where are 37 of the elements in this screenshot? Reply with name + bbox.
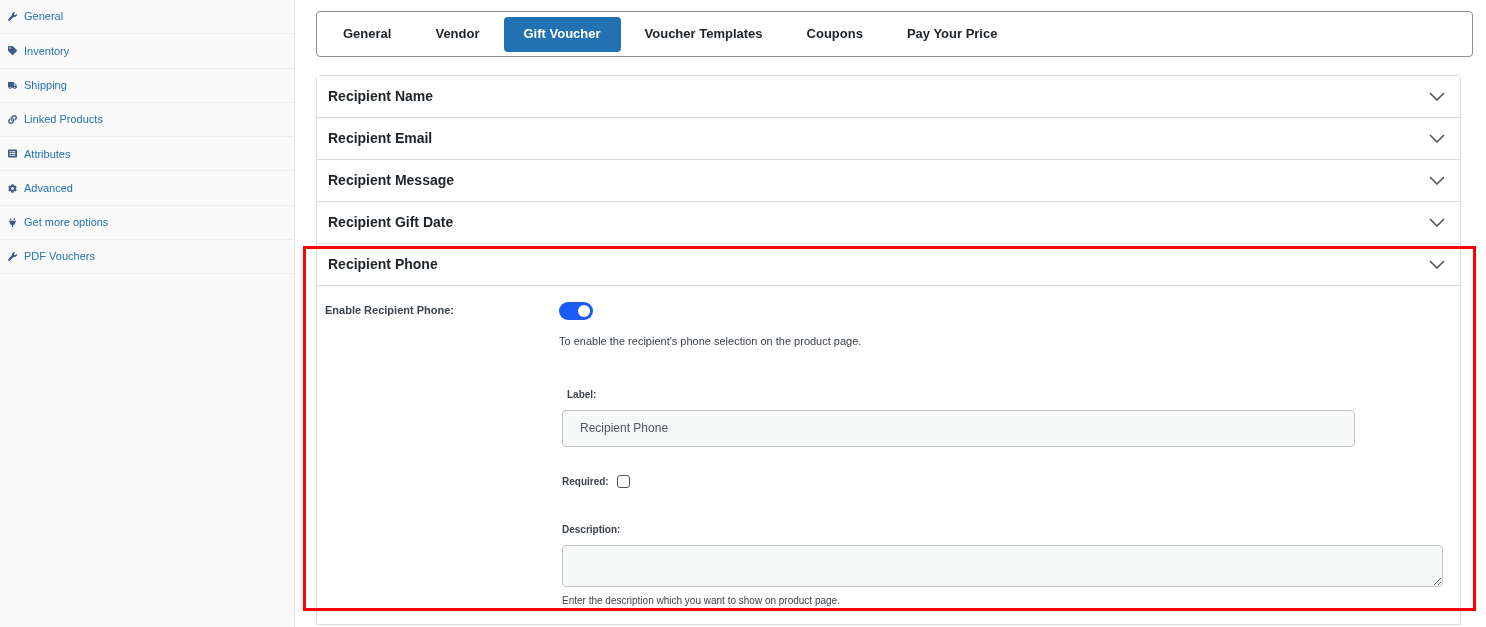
- sidebar-item[interactable]: Advanced: [0, 171, 294, 206]
- accordion-header[interactable]: Recipient Name: [317, 76, 1460, 118]
- sidebar-item[interactable]: PDF Vouchers: [0, 240, 294, 275]
- sidebar-item[interactable]: Inventory: [0, 34, 294, 69]
- chevron-down-icon: [1429, 92, 1445, 101]
- label-input-field[interactable]: Recipient Phone: [562, 409, 1355, 447]
- sidebar-item[interactable]: Linked Products: [0, 102, 294, 138]
- link-icon: [8, 115, 17, 125]
- tab[interactable]: Vendor: [415, 16, 500, 52]
- wrench-icon: [8, 252, 17, 262]
- help-text: Enter the description which you want to show on product page.: [562, 593, 841, 608]
- tab[interactable]: Voucher Templates: [624, 16, 783, 52]
- field-label: Required:: [562, 474, 609, 489]
- sidebar-item[interactable]: Attributes: [0, 137, 294, 172]
- sidebar-item[interactable]: General: [0, 0, 294, 35]
- chevron-down-icon: [1429, 218, 1445, 227]
- tag-icon: [8, 46, 17, 56]
- list-icon: [8, 149, 17, 159]
- field-label: Enable Recipient Phone:: [325, 304, 454, 316]
- truck-icon: [8, 80, 17, 90]
- wrench-icon: [8, 12, 17, 22]
- sidebar-item[interactable]: Get more options: [0, 205, 294, 241]
- tab[interactable]: Coupons: [786, 16, 883, 52]
- plug-icon: [8, 217, 17, 227]
- field-label: Description:: [562, 522, 622, 537]
- sidebar-item[interactable]: Shipping: [0, 68, 294, 103]
- gear-icon: [8, 183, 17, 193]
- tab[interactable]: Pay Your Price: [886, 16, 1018, 52]
- required-checkbox[interactable]: [616, 474, 630, 488]
- toggle-switch[interactable]: [559, 302, 593, 320]
- tab[interactable]: Gift Voucher: [503, 16, 621, 52]
- chevron-down-icon: [1429, 260, 1445, 269]
- chevron-down-icon: [1429, 134, 1445, 143]
- field-label: Label:: [567, 387, 598, 402]
- help-text: To enable the recipient's phone selection on the product page.: [559, 334, 863, 349]
- tab[interactable]: General: [323, 16, 412, 52]
- chevron-down-icon: [1429, 176, 1445, 185]
